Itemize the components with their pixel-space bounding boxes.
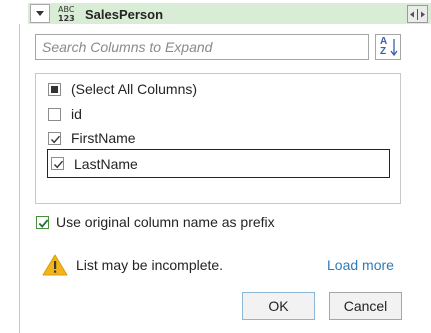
- warning-text: List may be incomplete.: [76, 257, 224, 273]
- list-item-select-all[interactable]: (Select All Columns): [48, 77, 388, 101]
- checkmark-icon: [50, 135, 61, 143]
- any-type-icon: ABC 123: [57, 3, 79, 25]
- checkmark-icon: [38, 218, 49, 228]
- warning-icon: [42, 254, 68, 276]
- expand-column-button[interactable]: [407, 5, 428, 23]
- sort-arrow-icon: [390, 39, 398, 57]
- load-more-link[interactable]: Load more: [327, 257, 394, 273]
- list-item-label: LastName: [74, 155, 138, 172]
- list-item-label: FirstName: [71, 130, 136, 146]
- prefix-option[interactable]: Use original column name as prefix: [36, 213, 275, 231]
- type-icon-line-2: 123: [58, 14, 75, 23]
- expand-column-popup: ABC 123 SalesPerson AZ (Select All Colum…: [0, 0, 431, 333]
- lastname-checkbox[interactable]: [51, 157, 64, 170]
- checkmark-icon: [53, 160, 64, 169]
- prefix-checkbox[interactable]: [36, 215, 49, 229]
- select-all-checkbox[interactable]: [48, 82, 61, 96]
- list-item-label: id: [71, 106, 82, 122]
- sort-az-button[interactable]: AZ: [375, 34, 401, 60]
- list-item-label: (Select All Columns): [71, 81, 198, 97]
- column-dropdown-button[interactable]: [30, 4, 50, 23]
- expand-arrows-icon: [410, 9, 425, 20]
- sort-az-icon: AZ: [380, 36, 388, 57]
- list-item-firstname[interactable]: FirstName: [48, 126, 388, 150]
- type-icon-line-1: ABC: [58, 5, 75, 14]
- search-input[interactable]: [35, 34, 369, 60]
- column-name: SalesPerson: [85, 7, 164, 22]
- prefix-label: Use original column name as prefix: [56, 214, 275, 230]
- list-item-id[interactable]: id: [48, 102, 388, 126]
- cancel-button[interactable]: Cancel: [329, 292, 402, 320]
- column-list[interactable]: (Select All Columns) id FirstName LastNa…: [35, 73, 401, 204]
- firstname-checkbox[interactable]: [48, 131, 61, 145]
- list-item-lastname[interactable]: LastName: [47, 149, 390, 178]
- chevron-down-icon: [36, 11, 44, 16]
- id-checkbox[interactable]: [48, 107, 61, 121]
- ok-button[interactable]: OK: [242, 292, 315, 320]
